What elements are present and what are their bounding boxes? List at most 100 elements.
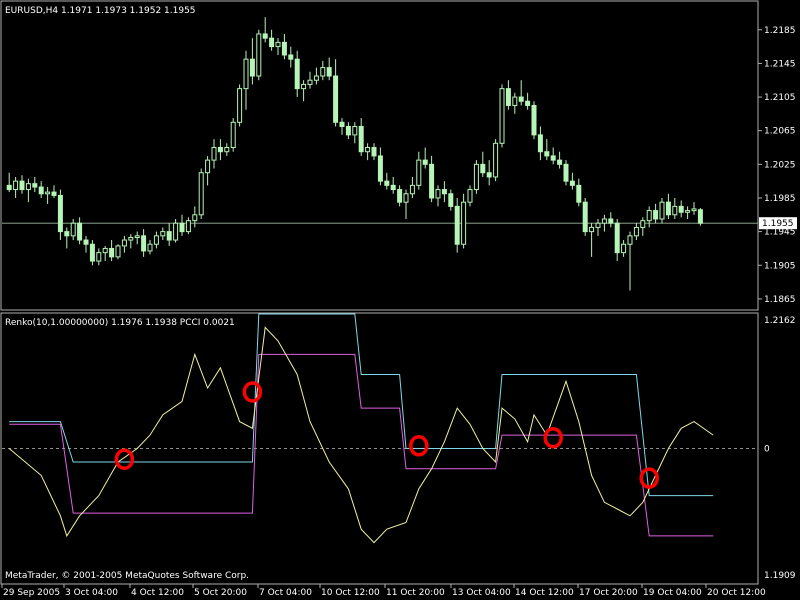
candle-body xyxy=(128,237,134,241)
candle-body xyxy=(365,147,371,153)
candle-body xyxy=(313,75,319,81)
candle-body xyxy=(685,210,691,213)
candlestick-series xyxy=(6,17,703,291)
candle-body xyxy=(403,193,409,203)
candle-body xyxy=(25,183,31,191)
x-tick-label: 4 Oct 12:00 xyxy=(131,588,184,598)
price-tick-label: 1.2185 xyxy=(764,26,796,36)
candle-body xyxy=(320,67,326,77)
candle-body xyxy=(531,104,537,136)
candle-body xyxy=(358,125,364,153)
candle-body xyxy=(160,231,166,237)
current-price-label: 1.1955 xyxy=(762,219,794,229)
candle-body xyxy=(409,184,415,195)
signal-marker xyxy=(409,435,429,457)
candle-body xyxy=(627,235,633,245)
indicator-line xyxy=(9,353,714,537)
x-axis: 29 Sep 2005 3 Oct 04:00 4 Oct 12:00 5 Oct 2… xyxy=(1,584,766,598)
candle-body xyxy=(64,231,70,237)
candle-body xyxy=(397,189,403,203)
chart-canvas: EURUSD,H4 1.1971 1.1973 1.1952 1.1955 Re… xyxy=(0,0,797,598)
indicator-panel-header: Renko(10,1.00000000) 1.1976 1.1938 PCCI … xyxy=(5,318,235,328)
candle-body xyxy=(230,121,236,149)
candle-body xyxy=(416,159,422,186)
price-tick-label: 1.2065 xyxy=(764,127,796,137)
price-tick-label: 1.1865 xyxy=(764,295,796,305)
candle-body xyxy=(281,41,287,56)
indicator-tick-label: 0 xyxy=(764,445,770,455)
candle-body xyxy=(371,147,377,157)
candle-body xyxy=(6,184,12,191)
candle-body xyxy=(480,163,486,174)
candle-body xyxy=(153,235,159,245)
candle-body xyxy=(121,239,127,247)
candle-body xyxy=(224,147,230,153)
candle-body xyxy=(384,180,390,186)
candle-body xyxy=(621,243,627,254)
candle-body xyxy=(640,220,646,228)
candle-body xyxy=(294,58,300,90)
candle-body xyxy=(550,155,556,161)
candle-body xyxy=(493,142,499,178)
candle-body xyxy=(45,191,51,195)
candle-body xyxy=(614,222,620,254)
candle-body xyxy=(307,79,313,85)
indicator-tick-label: 1.1909 xyxy=(764,571,796,581)
candle-body xyxy=(83,239,89,245)
candle-body xyxy=(192,214,198,222)
candle-body xyxy=(672,205,678,216)
candle-body xyxy=(557,159,563,165)
candle-body xyxy=(441,189,447,195)
x-tick-label: 5 Oct 20:00 xyxy=(194,588,247,598)
candle-body xyxy=(345,125,351,136)
candle-body xyxy=(19,180,25,191)
indicator-scale: 1.2162 0 1.1909 xyxy=(2,316,796,581)
x-tick-label: 19 Oct 04:00 xyxy=(643,588,702,598)
x-tick-label: 7 Oct 04:00 xyxy=(259,588,312,598)
candle-body xyxy=(422,159,428,165)
candle-body xyxy=(646,210,652,222)
candle-body xyxy=(691,208,697,212)
candle-body xyxy=(601,218,607,224)
candle-body xyxy=(269,37,275,48)
price-tick-label: 1.2145 xyxy=(764,59,796,69)
copyright-text: MetaTrader, © 2001-2005 MetaQuotes Softw… xyxy=(5,571,249,581)
candle-body xyxy=(339,121,345,127)
candle-body xyxy=(141,235,147,252)
x-tick-label: 17 Oct 20:00 xyxy=(579,588,638,598)
candle-body xyxy=(377,155,383,182)
x-tick-label: 20 Oct 12:00 xyxy=(707,588,766,598)
x-tick-label: 3 Oct 04:00 xyxy=(65,588,118,598)
candle-body xyxy=(678,205,684,213)
candle-body xyxy=(429,163,435,199)
x-tick-label: 29 Sep 2005 xyxy=(3,588,60,598)
candle-body xyxy=(256,33,262,77)
candle-body xyxy=(390,184,396,191)
candle-body xyxy=(77,222,83,241)
candle-body xyxy=(461,201,467,245)
candle-body xyxy=(109,247,115,258)
x-tick-label: 11 Oct 20:00 xyxy=(386,588,445,598)
candle-body xyxy=(333,75,339,123)
candle-body xyxy=(185,220,191,233)
candle-body xyxy=(659,201,665,220)
candle-body xyxy=(512,96,518,106)
candle-body xyxy=(326,67,332,77)
price-tick-label: 1.1985 xyxy=(764,194,796,204)
candle-body xyxy=(57,194,63,233)
candle-body xyxy=(697,209,703,224)
candle-body xyxy=(205,159,211,174)
candle-body xyxy=(576,184,582,203)
x-tick-label: 10 Oct 12:00 xyxy=(321,588,380,598)
candle-body xyxy=(505,88,511,106)
candle-body xyxy=(486,172,492,178)
x-tick-label: 14 Oct 12:00 xyxy=(515,588,574,598)
candle-body xyxy=(288,54,294,60)
candle-body xyxy=(179,222,185,233)
candle-body xyxy=(499,88,505,144)
candle-body xyxy=(198,172,204,216)
candle-body xyxy=(467,189,473,203)
candle-body xyxy=(537,134,543,153)
candle-body xyxy=(518,96,524,102)
candle-body xyxy=(211,147,217,161)
